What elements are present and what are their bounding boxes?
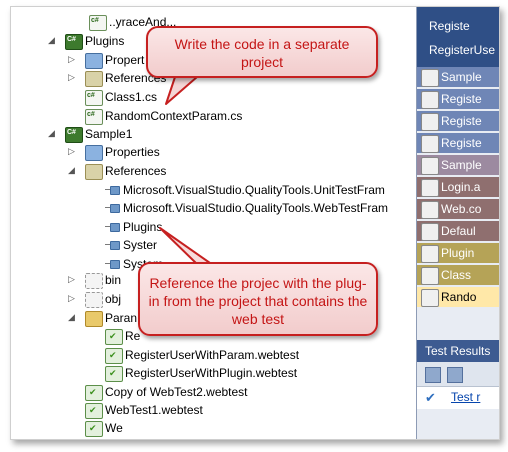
top-callout: Write the code in a separate project	[146, 26, 378, 78]
bottom-callout: Reference the projec with the plug-in fr…	[138, 262, 378, 336]
